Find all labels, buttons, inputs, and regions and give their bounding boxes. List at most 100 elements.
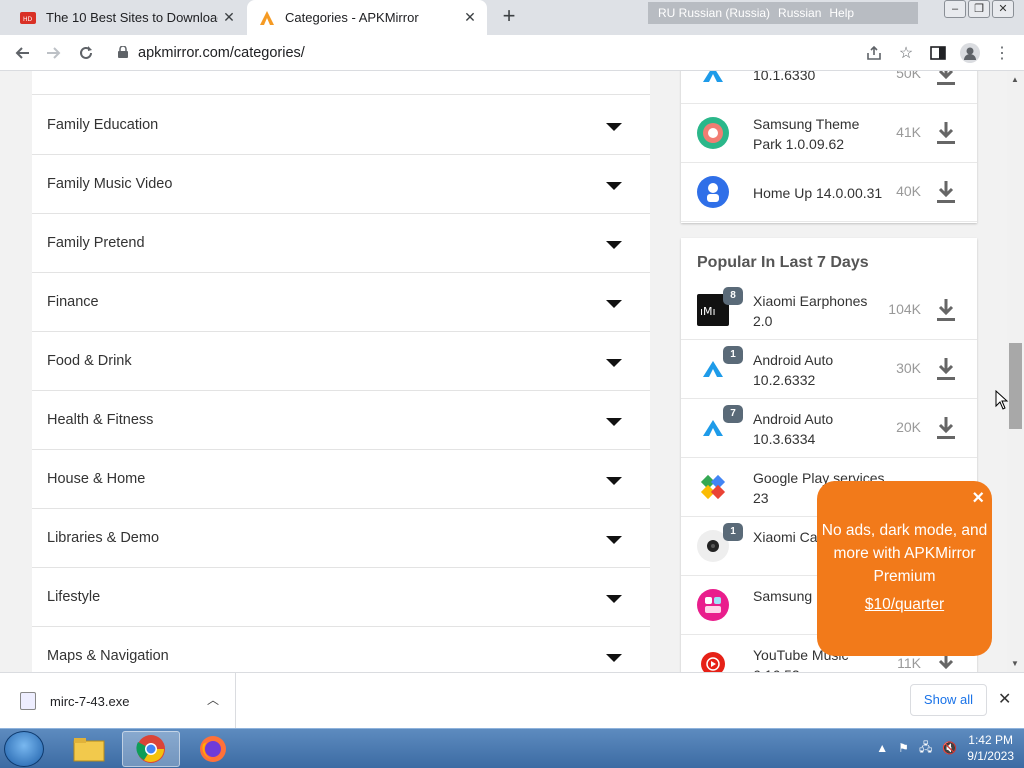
clock[interactable]: 1:42 PM 9/1/2023 bbox=[967, 732, 1014, 764]
app-row[interactable]: Home Up 14.0.00.31 40K bbox=[681, 163, 977, 222]
caret-down-icon[interactable] bbox=[606, 654, 622, 662]
category-item[interactable]: Family Music Video bbox=[32, 155, 650, 214]
app-row[interactable]: ıMı 8 Xiaomi Earphones 2.0 104K bbox=[681, 281, 977, 340]
minimize-icon[interactable]: – bbox=[944, 0, 966, 18]
network-icon[interactable]: 🖧 bbox=[919, 738, 932, 759]
caret-down-icon[interactable] bbox=[606, 300, 622, 308]
category-item-partial[interactable] bbox=[32, 71, 650, 95]
category-item[interactable]: Health & Fitness bbox=[32, 391, 650, 450]
top-apps-widget: 10.1.6330 50K Samsung Theme Park 1.0.09.… bbox=[681, 71, 977, 223]
clock-time: 1:42 PM bbox=[968, 733, 1013, 747]
forward-arrow-icon[interactable] bbox=[38, 37, 70, 69]
app-row[interactable]: 10.1.6330 50K bbox=[681, 71, 977, 104]
promo-price-link[interactable]: $10/quarter bbox=[817, 593, 992, 616]
address-bar[interactable]: apkmirror.com/categories/ bbox=[108, 39, 916, 67]
svg-text:HD: HD bbox=[23, 16, 33, 23]
toolbar-actions: ☆ ⋮ bbox=[860, 39, 1016, 67]
download-icon[interactable] bbox=[935, 71, 957, 87]
scroll-up-icon[interactable]: ▲ bbox=[1011, 75, 1019, 84]
url-text: apkmirror.com/categories/ bbox=[138, 45, 305, 61]
category-item[interactable]: Family Education bbox=[32, 96, 650, 155]
caret-down-icon[interactable] bbox=[606, 241, 622, 249]
tab-categories-apkmirror[interactable]: Categories - APKMirror ✕ bbox=[247, 0, 487, 35]
download-item[interactable]: mirc-7-43.exe ︿ bbox=[0, 673, 236, 729]
tab-10-best-sites[interactable]: HD The 10 Best Sites to Download O ✕ bbox=[10, 0, 246, 35]
profile-avatar[interactable] bbox=[956, 39, 984, 67]
system-tray: ▲ ⚑ 🖧 🔇 1:42 PM 9/1/2023 bbox=[876, 732, 1014, 764]
comment-badge: 1 bbox=[723, 346, 743, 364]
menu-kebab-icon[interactable]: ⋮ bbox=[988, 39, 1016, 67]
action-center-flag-icon[interactable]: ⚑ bbox=[898, 741, 909, 755]
help-label[interactable]: Help bbox=[829, 6, 854, 20]
reload-icon[interactable] bbox=[70, 37, 102, 69]
home-up-icon bbox=[697, 176, 729, 208]
maximize-icon[interactable]: ❐ bbox=[968, 0, 990, 18]
start-button[interactable] bbox=[4, 731, 44, 767]
download-icon[interactable] bbox=[935, 415, 957, 441]
category-label: Family Music Video bbox=[47, 176, 173, 192]
app-name: 10.1.6330 bbox=[753, 71, 816, 83]
caret-down-icon[interactable] bbox=[606, 477, 622, 485]
category-item[interactable]: House & Home bbox=[32, 450, 650, 509]
close-icon[interactable]: ✕ bbox=[459, 9, 481, 26]
category-item[interactable]: Finance bbox=[32, 273, 650, 332]
caret-down-icon[interactable] bbox=[606, 182, 622, 190]
download-count: 104K bbox=[888, 301, 921, 317]
close-window-icon[interactable]: ✕ bbox=[992, 0, 1014, 18]
scrollbar-thumb[interactable] bbox=[1009, 343, 1022, 429]
close-icon[interactable]: × bbox=[972, 487, 984, 510]
share-icon[interactable] bbox=[860, 39, 888, 67]
mouse-cursor-icon bbox=[995, 390, 1009, 410]
show-hidden-icons[interactable]: ▲ bbox=[876, 741, 888, 755]
caret-down-icon[interactable] bbox=[606, 359, 622, 367]
back-arrow-icon[interactable] bbox=[6, 37, 38, 69]
widget-title: Popular In Last 7 Days bbox=[697, 254, 869, 271]
browser-toolbar: apkmirror.com/categories/ ☆ ⋮ bbox=[0, 35, 1024, 71]
firefox-icon[interactable] bbox=[184, 731, 242, 767]
page-scrollbar[interactable]: ▲ ▼ bbox=[1007, 71, 1024, 672]
show-all-button[interactable]: Show all bbox=[910, 684, 987, 716]
category-label: Libraries & Demo bbox=[47, 530, 160, 546]
caret-down-icon[interactable] bbox=[606, 123, 622, 131]
chevron-up-icon[interactable]: ︿ bbox=[207, 691, 219, 708]
downloads-bar: mirc-7-43.exe ︿ Show all ✕ bbox=[0, 672, 1024, 729]
download-icon[interactable] bbox=[935, 179, 957, 205]
category-label: Maps & Navigation bbox=[47, 648, 169, 664]
lock-icon[interactable] bbox=[108, 44, 138, 61]
category-item[interactable]: Maps & Navigation bbox=[32, 627, 650, 672]
category-label: Food & Drink bbox=[47, 353, 132, 369]
download-count: 50K bbox=[896, 71, 921, 81]
close-icon[interactable]: ✕ bbox=[218, 9, 240, 26]
side-panel-icon[interactable] bbox=[924, 39, 952, 67]
bookmark-star-icon[interactable]: ☆ bbox=[892, 39, 920, 67]
app-name: Samsung Theme Park 1.0.09.62 bbox=[753, 116, 860, 152]
caret-down-icon[interactable] bbox=[606, 595, 622, 603]
download-icon[interactable] bbox=[935, 297, 957, 323]
file-explorer-icon[interactable] bbox=[60, 731, 118, 767]
category-label: House & Home bbox=[47, 471, 146, 487]
caret-down-icon[interactable] bbox=[606, 536, 622, 544]
download-count: 40K bbox=[896, 183, 921, 199]
premium-promo-popup[interactable]: × No ads, dark mode, and more with APKMi… bbox=[817, 481, 992, 656]
category-item[interactable]: Family Pretend bbox=[32, 214, 650, 273]
close-icon[interactable]: ✕ bbox=[998, 689, 1011, 709]
category-item[interactable]: Food & Drink bbox=[32, 332, 650, 391]
app-row[interactable]: 1 Android Auto 10.2.6332 30K bbox=[681, 340, 977, 399]
caret-down-icon[interactable] bbox=[606, 418, 622, 426]
category-item[interactable]: Libraries & Demo bbox=[32, 509, 650, 568]
keyboard-label: Russian bbox=[778, 6, 822, 20]
red-site-icon: HD bbox=[20, 10, 36, 26]
category-label: Family Education bbox=[47, 117, 159, 133]
language-bar[interactable]: RU Russian (Russia) Russian Help bbox=[648, 2, 918, 24]
new-tab-icon[interactable]: + bbox=[498, 5, 520, 28]
app-name: Android Auto 10.3.6334 bbox=[753, 411, 834, 447]
app-row[interactable]: Samsung Theme Park 1.0.09.62 41K bbox=[681, 104, 977, 163]
download-icon[interactable] bbox=[935, 120, 957, 146]
download-icon[interactable] bbox=[935, 356, 957, 382]
chrome-icon[interactable] bbox=[122, 731, 180, 767]
scroll-down-icon[interactable]: ▼ bbox=[1011, 659, 1019, 668]
app-row[interactable]: 7 Android Auto 10.3.6334 20K bbox=[681, 399, 977, 458]
volume-muted-icon[interactable]: 🔇 bbox=[942, 741, 957, 755]
category-item[interactable]: Lifestyle bbox=[32, 568, 650, 627]
app-name: Android Auto 10.2.6332 bbox=[753, 352, 834, 388]
